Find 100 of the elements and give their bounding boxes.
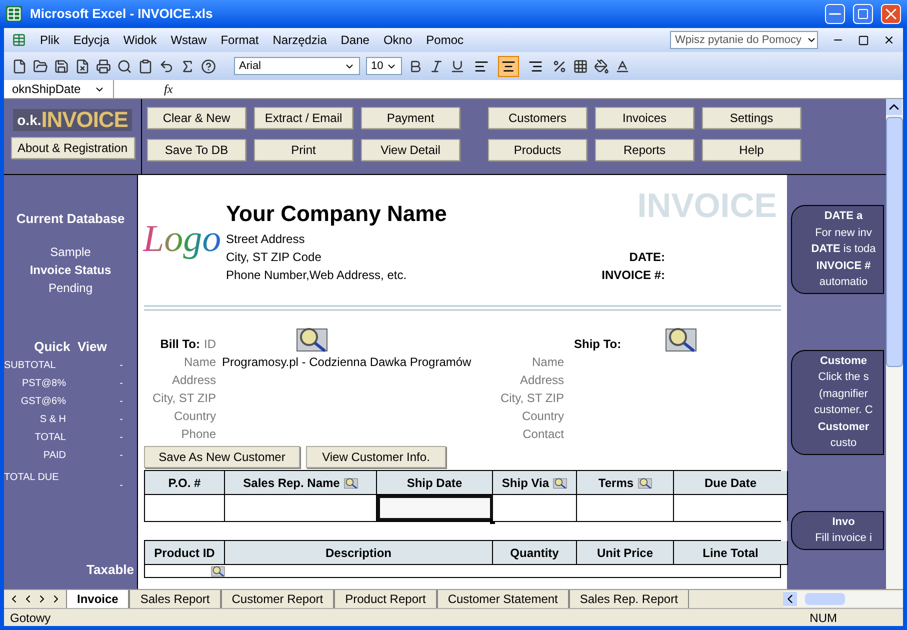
invoice-number-label: INVOICE #: <box>602 267 665 284</box>
print-icon[interactable] <box>96 58 111 74</box>
sheet-button[interactable]: Reports <box>595 139 694 161</box>
restore-icon[interactable] <box>858 34 869 46</box>
align-button[interactable] <box>498 56 519 76</box>
menu-item[interactable]: Pomoc <box>426 31 464 49</box>
sheet-button[interactable]: View Customer Info. <box>306 446 446 468</box>
font-field[interactable]: Arial <box>234 57 360 75</box>
bold-icon[interactable] <box>408 58 423 74</box>
magnifier-icon[interactable] <box>344 476 358 488</box>
column-header: Line Total <box>674 541 788 565</box>
sheet-button[interactable]: Invoices <box>595 107 694 129</box>
percent-icon[interactable] <box>552 58 567 74</box>
sheet-button[interactable]: Products <box>488 139 587 161</box>
summary-value: - <box>120 358 123 372</box>
sidebar-heading: Invoice Status <box>28 262 112 278</box>
italic-icon[interactable] <box>429 58 444 74</box>
sheet-button[interactable]: Payment <box>361 107 460 129</box>
company-address-line: City, ST ZIP Code <box>226 249 322 266</box>
menu-item[interactable]: Widok <box>123 31 157 49</box>
menu-item[interactable]: Dane <box>340 31 370 49</box>
field-label: Name <box>184 354 216 371</box>
sheet-tab[interactable]: Invoice <box>66 590 130 608</box>
sheet-button[interactable]: Print <box>254 139 353 161</box>
summary-label: GST@6% <box>20 394 66 408</box>
maximize-icon[interactable] <box>853 4 873 24</box>
function-label: fx <box>164 81 173 98</box>
sheet-button[interactable]: Customers <box>488 107 587 129</box>
align-icon <box>528 58 543 74</box>
menu-item[interactable]: Wstaw <box>170 31 207 49</box>
summary-label: S & H <box>38 412 66 426</box>
close-icon[interactable] <box>883 34 895 46</box>
status-text: Gotowy <box>10 610 51 626</box>
sheet-tab[interactable]: Sales Report <box>129 590 221 608</box>
column-header: Due Date <box>674 471 788 495</box>
search-icon[interactable] <box>117 58 132 74</box>
magnifier-icon[interactable] <box>665 326 698 352</box>
company-address-line: Street Address <box>226 231 306 248</box>
summary-label: PST@8% <box>20 376 66 390</box>
borders-icon[interactable] <box>573 58 588 74</box>
field-label: Address <box>172 372 216 389</box>
sheet-tab[interactable]: Product Report <box>334 590 437 608</box>
fill-color-icon[interactable] <box>594 58 609 74</box>
note-line: custo <box>829 436 858 451</box>
magnifier-icon[interactable] <box>553 476 568 488</box>
folder-icon[interactable] <box>33 58 48 74</box>
magnifier-icon[interactable] <box>211 565 225 577</box>
undo-icon[interactable] <box>159 58 174 74</box>
menu-item[interactable]: Narzędzia <box>272 31 327 49</box>
magnifier-icon[interactable] <box>638 476 652 488</box>
sheet-tab[interactable]: Customer Report <box>220 590 334 608</box>
sheet-tab[interactable]: Customer Statement <box>436 590 569 608</box>
menu-item[interactable]: Okno <box>383 31 412 49</box>
sheet-button[interactable]: View Detail <box>361 139 460 161</box>
sheet-button[interactable]: Settings <box>702 107 801 129</box>
sheet-button[interactable]: Save As New Customer <box>144 446 300 468</box>
clipboard-icon[interactable] <box>138 58 153 74</box>
scroll-up-icon[interactable] <box>886 99 902 115</box>
note-line: Fill invoice i <box>814 531 873 546</box>
column-header: Terms <box>577 471 674 495</box>
note-line: For new inv <box>814 226 873 240</box>
magnifier-icon[interactable] <box>296 326 328 352</box>
table-cell[interactable] <box>377 495 493 521</box>
sheet-button[interactable]: Extract / Email <box>254 107 353 129</box>
sheet-button[interactable]: Help <box>702 139 801 161</box>
font-size-field[interactable]: 10 <box>366 57 402 75</box>
help-icon[interactable] <box>201 58 216 74</box>
sheet-button[interactable]: About & Registration <box>10 137 134 159</box>
sum-icon[interactable] <box>180 58 195 74</box>
scroll-left-icon[interactable] <box>783 592 797 606</box>
sheet-button[interactable]: Save To DB <box>147 139 246 161</box>
sheet-button[interactable]: Clear & New <box>147 107 246 129</box>
horizontal-scrollbar[interactable] <box>783 591 903 607</box>
company-name: Your Company Name <box>226 200 448 228</box>
save-icon[interactable] <box>54 58 69 74</box>
sheet-tab[interactable]: Sales Rep. Report <box>568 590 689 608</box>
summary-value: - <box>120 376 123 390</box>
field-label: Country <box>174 408 216 425</box>
summary-value: - <box>120 448 123 462</box>
note-line: INVOICE # <box>815 258 872 274</box>
summary-value: - <box>120 479 123 493</box>
invoice-status: Pending <box>47 280 94 296</box>
menu-item[interactable]: Format <box>220 31 259 49</box>
table-cell[interactable] <box>493 495 577 521</box>
section-heading: Ship To: <box>574 336 622 353</box>
app-logo: o.k.INVOICE <box>13 109 132 131</box>
underline-icon[interactable] <box>450 58 465 74</box>
column-header: Description <box>225 541 493 565</box>
menu-item[interactable]: Plik <box>40 31 60 49</box>
summary-value: - <box>120 394 123 408</box>
font-color-icon[interactable] <box>615 58 630 74</box>
note-line: automatio <box>818 275 869 290</box>
column-header: Unit Price <box>577 541 674 565</box>
new-file-icon[interactable] <box>12 58 27 74</box>
note-line: Click the s <box>817 370 870 385</box>
help-search-field[interactable]: Wpisz pytanie do Pomocy <box>670 31 818 49</box>
vertical-scrollbar[interactable] <box>886 99 903 589</box>
date-label: DATE: <box>629 249 665 266</box>
menu-item[interactable]: Edycja <box>73 31 110 49</box>
note-line: (magnifier <box>818 386 869 402</box>
